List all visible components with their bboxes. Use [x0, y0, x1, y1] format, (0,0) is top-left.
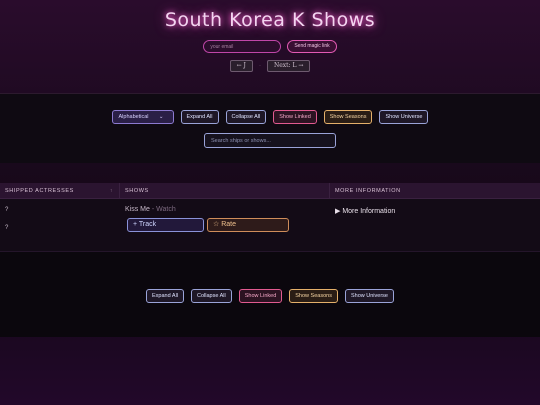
page-title: South Korea K Shows — [164, 9, 376, 31]
show-universe-button[interactable]: Show Universe — [344, 289, 394, 303]
table-row: ? ? Kiss Me - Watch + Track ☆ Rate ▶ Mor… — [0, 199, 540, 251]
footer-controls-panel: Expand All Collapse All Show Linked Show… — [0, 251, 540, 337]
sort-arrow-icon[interactable]: ↑ — [110, 183, 113, 199]
column-header-label: MORE INFORMATION — [335, 188, 401, 194]
search-input[interactable] — [204, 133, 336, 148]
column-header-actresses[interactable]: SHIPPED ACTRESSES ↑ — [0, 183, 120, 198]
show-seasons-button[interactable]: Show Seasons — [323, 110, 373, 124]
show-seasons-button[interactable]: Show Seasons — [289, 289, 338, 303]
controls-panel: Alphabetical ⌄ Expand All Collapse All S… — [0, 93, 540, 163]
show-entry: Kiss Me - Watch — [125, 206, 176, 213]
sort-select[interactable]: Alphabetical ⌄ — [111, 110, 174, 124]
login-bar: Send magic link — [0, 40, 540, 53]
sort-select-value: Alphabetical — [118, 114, 149, 120]
shows-table: SHIPPED ACTRESSES ↑ SHOWS MORE INFORMATI… — [0, 183, 540, 251]
column-header-shows[interactable]: SHOWS — [120, 183, 330, 198]
footer-button-row: Expand All Collapse All Show Linked Show… — [0, 289, 540, 303]
rate-button[interactable]: ☆ Rate — [207, 218, 289, 232]
actress-name: ? — [5, 207, 9, 213]
show-linked-button[interactable]: Show Linked — [238, 289, 283, 303]
table-header: SHIPPED ACTRESSES ↑ SHOWS MORE INFORMATI… — [0, 183, 540, 199]
pager-separator: · — [258, 63, 261, 69]
show-linked-button[interactable]: Show Linked — [273, 110, 317, 124]
letter-pager: ← J · Next: L → — [0, 60, 540, 72]
column-header-label: SHIPPED ACTRESSES — [5, 188, 74, 194]
expand-all-button[interactable]: Expand All — [146, 289, 185, 303]
column-header-more-information[interactable]: MORE INFORMATION — [330, 183, 540, 198]
email-field[interactable] — [203, 40, 282, 53]
send-magic-link-button[interactable]: Send magic link — [287, 40, 337, 53]
show-title[interactable]: Kiss Me — [125, 206, 150, 213]
collapse-all-button[interactable]: Collapse All — [225, 110, 267, 124]
next-letter-button[interactable]: Next: L → — [266, 60, 311, 72]
more-information-toggle[interactable]: ▶ More Information — [335, 207, 395, 215]
track-button[interactable]: + Track — [127, 218, 204, 232]
controls-button-row: Alphabetical ⌄ Expand All Collapse All S… — [0, 110, 540, 124]
column-header-label: SHOWS — [125, 188, 149, 194]
collapse-all-button[interactable]: Collapse All — [191, 289, 232, 303]
chevron-down-icon: ⌄ — [158, 114, 164, 120]
watch-link[interactable]: Watch — [156, 206, 176, 213]
show-universe-button[interactable]: Show Universe — [379, 110, 429, 124]
actress-name: ? — [5, 225, 9, 231]
prev-letter-button[interactable]: ← J — [229, 60, 253, 72]
expand-all-button[interactable]: Expand All — [180, 110, 219, 124]
